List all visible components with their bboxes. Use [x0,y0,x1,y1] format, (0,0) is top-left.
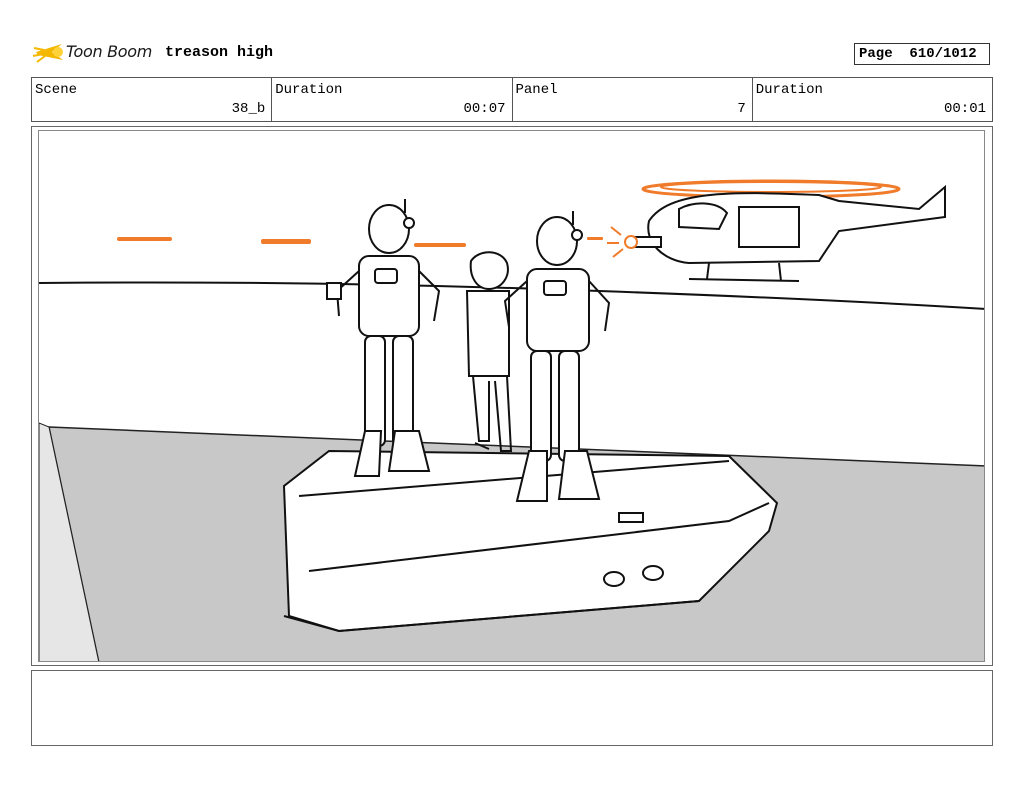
storyboard-panel-artwork [38,130,985,662]
panel-notes-box [31,670,993,746]
panel-duration-value: 00:01 [943,101,986,117]
project-title: treason high [165,44,274,61]
scene-label: Scene [35,82,78,98]
laser-streaks [117,237,603,247]
page-value: 610/1012 [909,46,977,62]
scene-duration-label: Duration [275,82,343,98]
panel-value: 7 [737,101,746,117]
panel-label: Panel [515,82,558,98]
helicopter [607,179,946,282]
scene-duration-cell: Duration 00:07 [272,78,513,121]
logo-text: Toon Boom [66,42,153,61]
page-label: Page [859,46,893,62]
robot-left [326,199,441,477]
panel-cell: Panel 7 [513,78,753,121]
kid-character [465,251,513,452]
scene-cell: Scene 38_b [32,78,273,121]
scene-value: 38_b [231,101,266,117]
info-row: Scene 38_b Duration 00:07 Panel 7 Durati… [31,77,993,122]
starburst-icon [32,44,63,63]
page-indicator: Page 610/1012 [854,43,990,65]
scene-duration-value: 00:07 [463,101,506,117]
panel-drawing [39,179,984,661]
panel-duration-cell: Duration 00:01 [753,78,992,121]
toon-boom-logo: Toon Boom [32,38,157,68]
panel-duration-label: Duration [755,82,823,98]
